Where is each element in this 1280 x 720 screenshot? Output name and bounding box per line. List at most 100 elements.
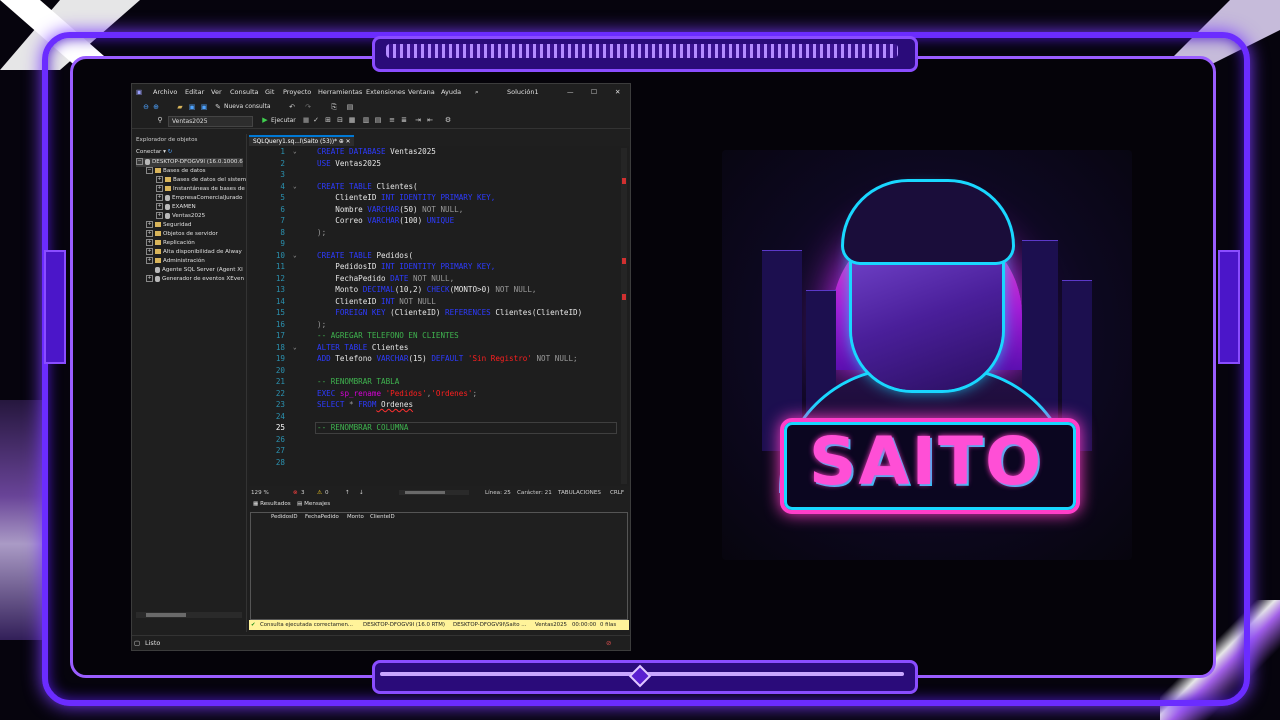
menu-herramientas[interactable]: Herramientas [318, 88, 362, 96]
plan-icon[interactable]: ⊞ [324, 116, 332, 124]
results-grid[interactable]: PedidosID FechaPedido Monto ClienteID [250, 512, 628, 620]
new-query-icon[interactable]: ✎ [214, 103, 222, 111]
expand-icon[interactable]: + [156, 185, 163, 192]
tree-node-db-empresa[interactable]: + EmpresaComercialJurado [156, 194, 242, 203]
menu-ver[interactable]: Ver [211, 88, 222, 96]
stop-icon[interactable]: ■ [302, 116, 310, 124]
comment-icon[interactable]: ≡ [388, 116, 396, 124]
execute-button[interactable]: Ejecutar [271, 117, 296, 124]
message-icon: ▤ [297, 501, 303, 507]
tree-node-always-on[interactable]: + Alta disponibilidad de Alway [146, 248, 242, 257]
refresh-icon[interactable]: ↻ [168, 149, 173, 155]
query-options-icon[interactable]: ⊟ [336, 116, 344, 124]
filter-icon[interactable]: ⚲ [156, 116, 164, 124]
arrow-down-icon[interactable]: ↓ [359, 488, 364, 498]
tree-node-security[interactable]: + Seguridad [146, 221, 191, 230]
expand-icon[interactable]: + [156, 203, 163, 210]
indent-mode[interactable]: TABULACIONES [558, 488, 601, 498]
expand-icon[interactable]: + [156, 194, 163, 201]
indent-icon[interactable]: ⇥ [414, 116, 422, 124]
tree-node-db-ventas[interactable]: + Ventas2025 [156, 212, 205, 221]
tree-node-db-examen[interactable]: + EXAMEN [156, 203, 196, 212]
tab-messages[interactable]: ▤ Mensajes [297, 501, 330, 507]
save-icon[interactable]: ▣ [188, 103, 196, 111]
menu-editar[interactable]: Editar [185, 88, 204, 96]
tree-node-management[interactable]: + Administración [146, 257, 205, 266]
expand-icon[interactable]: + [146, 221, 153, 228]
database-icon [165, 194, 170, 201]
explorer-hscrollbar[interactable] [136, 612, 242, 618]
save-all-icon[interactable]: ▣ [200, 103, 208, 111]
collapse-icon[interactable]: − [136, 158, 143, 165]
menu-extensiones[interactable]: Extensiones [366, 88, 405, 96]
outdent-icon[interactable]: ⇤ [426, 116, 434, 124]
tree-node-replication[interactable]: + Replicación [146, 239, 195, 248]
intellisense-icon[interactable]: ▦ [348, 116, 356, 124]
column-header[interactable]: PedidosID [271, 514, 298, 520]
expand-icon[interactable]: + [146, 239, 153, 246]
cursor-line: Línea: 25 [485, 490, 511, 496]
open-folder-icon[interactable]: ▰ [176, 103, 184, 111]
pin-icon[interactable]: ⊕ [339, 139, 344, 145]
menu-proyecto[interactable]: Proyecto [283, 88, 311, 96]
tree-node-snapshots[interactable]: + Instantáneas de bases de [156, 185, 245, 194]
menu-git[interactable]: Git [265, 88, 274, 96]
expand-icon[interactable]: + [156, 212, 163, 219]
execute-icon[interactable]: ▶ [261, 116, 269, 124]
column-header[interactable]: FechaPedido [305, 514, 339, 520]
scrollbar-thumb[interactable] [405, 491, 445, 494]
back-icon[interactable]: ⊖ [142, 103, 150, 111]
results-text-icon[interactable]: ▤ [374, 116, 382, 124]
streamer-logo: SAITO [722, 150, 1132, 560]
line-ending[interactable]: CRLF [610, 488, 624, 498]
redo-icon[interactable]: ↷ [304, 103, 312, 111]
menu-ventana[interactable]: Ventana [408, 88, 435, 96]
settings-icon[interactable]: ⚙ [444, 116, 452, 124]
collapse-icon[interactable]: − [146, 167, 153, 174]
tree-node-databases[interactable]: − Bases de datos [146, 167, 206, 176]
maximize-icon[interactable]: ☐ [591, 88, 597, 96]
uncomment-icon[interactable]: ≣ [400, 116, 408, 124]
code-line-8: 8); [280, 227, 327, 237]
tree-server-node[interactable]: − DESKTOP-DFOGV9I (16.0.1000.6 [136, 158, 243, 167]
results-grid-icon[interactable]: ▥ [362, 116, 370, 124]
tree-node-xevent[interactable]: + Generador de eventos XEven [146, 275, 244, 284]
menu-archivo[interactable]: Archivo [153, 88, 177, 96]
notification-icon[interactable]: ⊘ [606, 636, 611, 650]
close-icon[interactable]: ✕ [615, 88, 620, 96]
arrow-up-icon[interactable]: ↑ [345, 488, 350, 498]
editor-vscrollbar[interactable] [621, 148, 627, 484]
sql-editor[interactable]: 1 ⌄ CREATE DATABASE Ventas2025 2 USE Ventas… [249, 146, 629, 486]
menu-consulta[interactable]: Consulta [230, 88, 258, 96]
tab-close-icon[interactable]: ✕ [346, 139, 351, 145]
expand-icon[interactable]: + [146, 248, 153, 255]
paste-icon[interactable]: ▤ [346, 103, 354, 111]
expand-icon[interactable]: + [146, 230, 153, 237]
search-icon[interactable]: ⌕ [475, 88, 479, 97]
expand-icon[interactable]: + [146, 257, 153, 264]
tab-results[interactable]: ▦ Resultados [253, 501, 291, 507]
column-header[interactable]: ClienteID [370, 514, 395, 520]
forward-icon[interactable]: ⊕ [152, 103, 160, 111]
tree-node-system-db[interactable]: + Bases de datos del sistem [156, 176, 246, 185]
minimize-icon[interactable]: — [567, 88, 574, 96]
undo-icon[interactable]: ↶ [288, 103, 296, 111]
tree-node-server-objects[interactable]: + Objetos de servidor [146, 230, 218, 239]
expand-icon[interactable]: + [146, 275, 153, 282]
editor-hscrollbar[interactable] [399, 490, 469, 495]
error-count[interactable]: 3 [301, 488, 305, 498]
column-header[interactable]: Monto [347, 514, 364, 520]
database-select[interactable]: Ventas2025 [168, 116, 253, 127]
connect-button[interactable]: Conectar ▾ ↻ [136, 148, 172, 157]
editor-status-bar: 129 % ⊗ 3 ⚠ 0 ↑ ↓ Línea: 25 Carácter: 21… [249, 488, 629, 498]
tree-node-sql-agent[interactable]: Agente SQL Server (Agent XI [146, 266, 243, 275]
new-query-button[interactable]: Nueva consulta [224, 103, 271, 110]
parse-icon[interactable]: ✓ [312, 116, 320, 124]
tree-label: Bases de datos del sistem [173, 177, 247, 183]
scrollbar-thumb[interactable] [146, 613, 186, 617]
menu-ayuda[interactable]: Ayuda [441, 88, 461, 96]
warning-count[interactable]: 0 [325, 488, 329, 498]
copy-icon[interactable]: ⎘ [330, 103, 338, 111]
expand-icon[interactable]: + [156, 176, 163, 183]
zoom-level[interactable]: 129 % [251, 488, 269, 498]
